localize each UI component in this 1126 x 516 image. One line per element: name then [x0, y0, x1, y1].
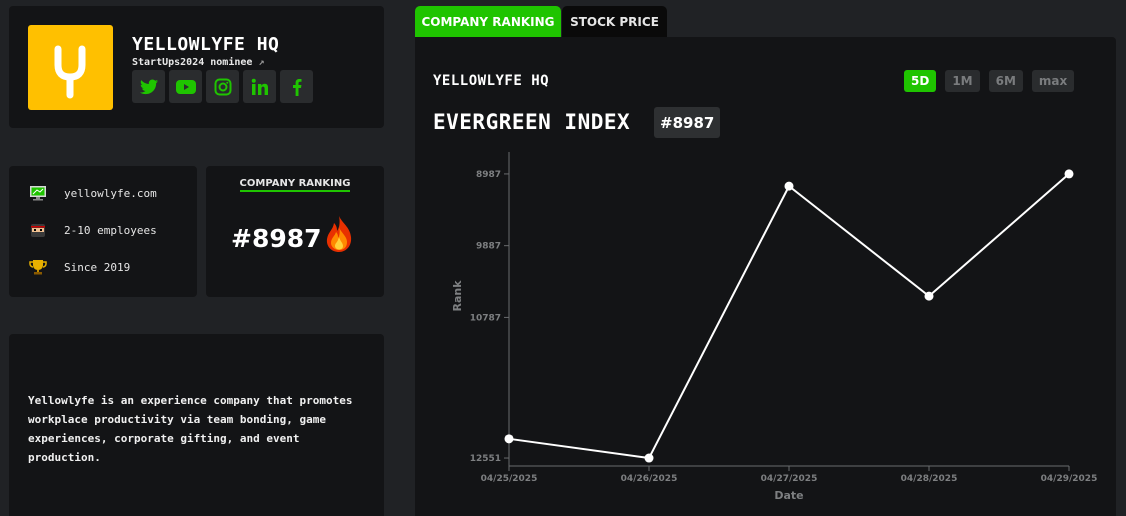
trophy-icon — [29, 259, 47, 275]
company-description: Yellowlyfe is an experience company that… — [28, 394, 353, 464]
nominee-label: StartUps2024 nominee — [132, 57, 253, 68]
instagram-icon — [214, 78, 231, 95]
founded-row: Since 2019 — [29, 259, 130, 275]
evergreen-index-chart: 8987 9887 10787 12551 04/25/2025 04/26/2025 04… — [451, 152, 1098, 502]
employees-row: 2-10 employees — [29, 222, 157, 238]
company-logo — [28, 25, 113, 110]
linkedin-button[interactable] — [243, 70, 276, 103]
ranking-card-title: COMPANY RANKING — [239, 178, 351, 192]
y-axis-label: Rank — [451, 280, 464, 312]
facebook-icon — [292, 78, 301, 96]
x-tick-label: 04/27/2025 — [761, 474, 818, 484]
computer-icon — [29, 185, 47, 201]
y-tick-label: 12551 — [470, 454, 501, 464]
y-tick-label: 8987 — [476, 170, 501, 180]
x-tick-label: 04/25/2025 — [481, 474, 538, 484]
website-row[interactable]: yellowlyfe.com — [29, 185, 157, 201]
company-profile-card: YELLOWLYFE HQ StartUps2024 nominee ↗ — [9, 6, 384, 128]
youtube-icon — [175, 79, 196, 94]
youtube-button[interactable] — [169, 70, 202, 103]
x-tick-label: 04/29/2025 — [1041, 474, 1098, 484]
data-point — [644, 453, 654, 463]
founded-label: Since 2019 — [64, 260, 131, 274]
twitter-button[interactable] — [132, 70, 165, 103]
ninja-icon — [29, 222, 47, 238]
y-tick-label: 9887 — [476, 242, 501, 252]
chart-panel: YELLOWLYFE HQ EVERGREEN INDEX #8987 5D 1… — [415, 37, 1116, 516]
company-description-card: Yellowlyfe is an experience company that… — [9, 334, 384, 516]
x-tick-label: 04/28/2025 — [901, 474, 958, 484]
series-line — [508, 173, 1070, 460]
twitter-icon — [139, 79, 158, 94]
ranking-value: #8987 — [231, 224, 322, 253]
tab-company-ranking[interactable]: COMPANY RANKING — [415, 6, 561, 37]
nominee-badge[interactable]: StartUps2024 nominee ↗ — [132, 57, 264, 68]
linkedin-icon — [251, 78, 268, 95]
tab-stock-price[interactable]: STOCK PRICE — [562, 6, 667, 37]
company-ranking-card: COMPANY RANKING #8987 — [206, 166, 384, 297]
company-name: YELLOWLYFE HQ — [132, 34, 280, 55]
data-point — [1064, 169, 1074, 179]
social-links — [132, 70, 313, 103]
x-tick-label: 04/26/2025 — [621, 474, 678, 484]
data-point — [504, 434, 514, 444]
fire-icon — [326, 216, 352, 252]
website-link[interactable]: yellowlyfe.com — [64, 187, 157, 200]
company-info-card: yellowlyfe.com 2-10 employees Since 2019 — [9, 166, 197, 297]
facebook-button[interactable] — [280, 70, 313, 103]
instagram-button[interactable] — [206, 70, 239, 103]
ranking-card-title-wrapper: COMPANY RANKING — [206, 178, 384, 192]
data-point — [784, 181, 794, 191]
y-tick-label: 10787 — [470, 313, 501, 323]
external-link-icon[interactable]: ↗ — [258, 57, 264, 68]
data-point — [924, 291, 934, 301]
x-axis-label: Date — [774, 489, 803, 502]
employees-label: 2-10 employees — [64, 223, 157, 237]
